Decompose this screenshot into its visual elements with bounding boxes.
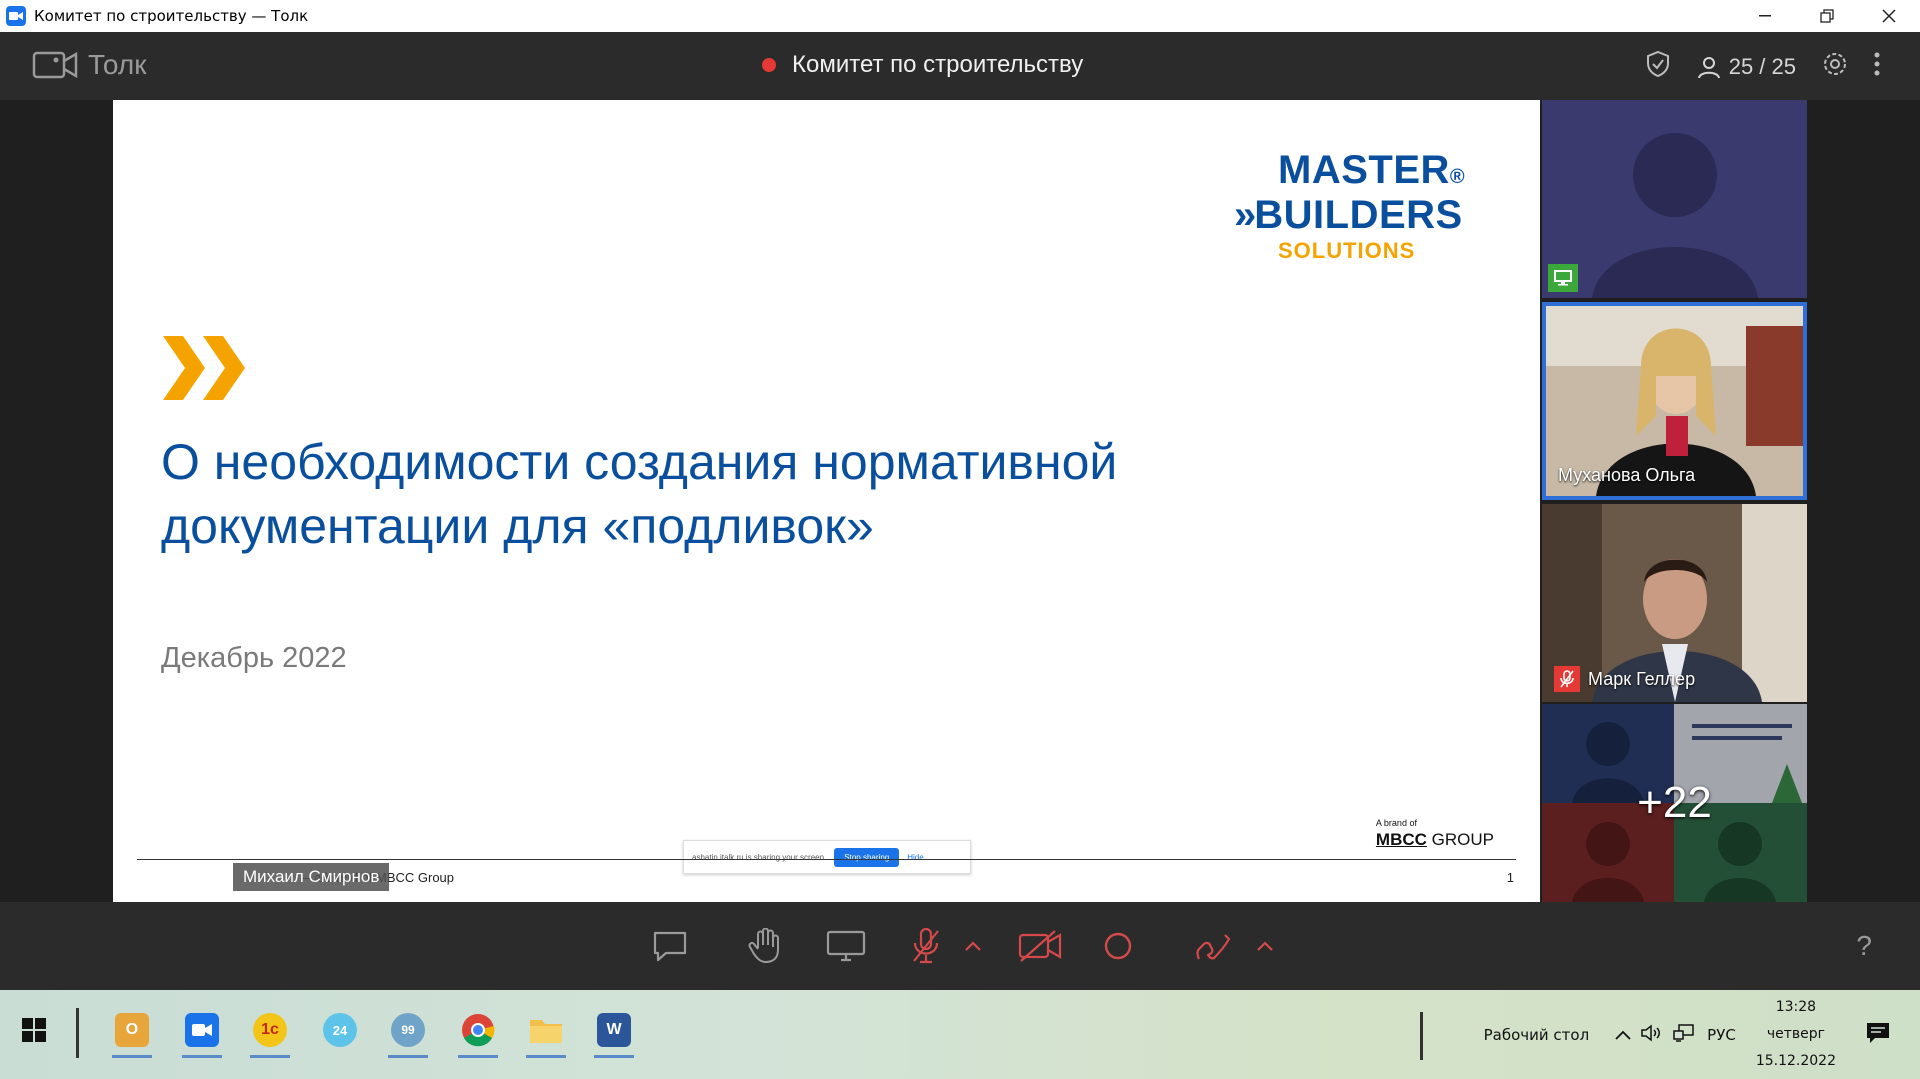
meeting-title: Комитет по строительству: [762, 51, 1083, 79]
system-tray: Рабочий стол РУС 13:28 четверг 15.12.202…: [1484, 990, 1920, 1079]
mbcc-brand-small: A brand of: [1375, 818, 1417, 828]
screen-share-notification: ashatin.italk.ru is sharing your screen.…: [683, 840, 971, 874]
outlook-icon: O: [115, 1013, 149, 1047]
more-options-icon[interactable]: [1874, 52, 1880, 82]
participant-name: Муханова Ольга: [1558, 465, 1695, 486]
logo-line-builders: BUILDERS: [1254, 193, 1463, 237]
gear-icon[interactable]: [1822, 51, 1848, 83]
taskbar-explorer[interactable]: [520, 1004, 572, 1058]
1c-icon: 1c: [253, 1013, 287, 1047]
start-button[interactable]: [8, 1004, 60, 1056]
chevron-up-icon[interactable]: [1615, 1026, 1631, 1044]
orange-chevrons-icon: [163, 336, 245, 400]
participant-tiles: Муханова Ольга Марк Геллер +22: [1542, 100, 1807, 902]
hang-up-icon[interactable]: [1194, 926, 1238, 966]
input-language[interactable]: РУС: [1707, 1026, 1736, 1044]
slide-title: О необходимости создания нормативной док…: [161, 434, 1118, 554]
talk-app-icon: [185, 1013, 219, 1047]
windows-taskbar: O 1c 24 99 W Рабочий стол РУС 13:28 четв…: [0, 990, 1920, 1079]
chat-icon[interactable]: [650, 926, 690, 966]
slide-page-number: 1: [1506, 870, 1514, 885]
participant-tile-presenter[interactable]: [1542, 100, 1807, 298]
app-badge-icon: 99: [391, 1013, 425, 1047]
more-participants-count: +22: [1637, 778, 1712, 827]
microphone-muted-icon[interactable]: [906, 926, 946, 966]
participants-count: 25 / 25: [1728, 54, 1796, 79]
taskbar-clock[interactable]: 13:28 четверг 15.12.2022: [1756, 994, 1836, 1075]
slide-date: Декабрь 2022: [161, 642, 347, 674]
camera-off-icon[interactable]: [1016, 926, 1064, 966]
avatar: [1592, 133, 1758, 298]
participants-icon: [1697, 57, 1720, 79]
mbcc-group-logo: A brand of MBCC GROUP: [1376, 818, 1494, 850]
participant-tile-mukhanova[interactable]: Муханова Ольга: [1542, 302, 1807, 500]
taskbar-chrome[interactable]: [452, 1004, 504, 1058]
logo-registered-mark: ®: [1449, 166, 1466, 188]
logo-line-master: MASTER: [1278, 148, 1450, 192]
notifications-icon[interactable]: [1866, 1022, 1890, 1048]
window-title: Комитет по строительству — Толк: [34, 7, 309, 25]
master-builders-logo: MASTER ® » BUILDERS SOLUTIONS: [1234, 148, 1494, 264]
participant-name: Марк Геллер: [1554, 666, 1695, 692]
video-camera-icon: [32, 51, 78, 79]
active-speaker-name: Михаил Смирнов: [233, 863, 390, 891]
mic-muted-icon: [1554, 666, 1580, 692]
talk-logo: Толк: [32, 49, 146, 81]
clock-time: 13:28: [1775, 999, 1817, 1015]
taskbar-outlook[interactable]: O: [106, 1004, 158, 1058]
restore-button[interactable]: [1796, 0, 1858, 32]
participant-name-text: Муханова Ольга: [1558, 465, 1696, 485]
network-icon[interactable]: [1673, 1023, 1695, 1046]
screen-sharing-icon: [1548, 264, 1578, 292]
conference-top-bar: Толк Комитет по строительству 25 / 25: [0, 32, 1920, 100]
logo-line-solutions: SOLUTIONS: [1278, 238, 1416, 263]
logo-chevrons-icon: »: [1234, 193, 1256, 237]
call-controls-bar: ?: [0, 902, 1920, 990]
mbcc-brand-name: MBCC: [1375, 830, 1427, 849]
security-shield-icon[interactable]: [1645, 50, 1671, 84]
raise-hand-icon[interactable]: [745, 926, 785, 966]
taskbar-app[interactable]: 99: [382, 1004, 434, 1058]
chevron-up-icon[interactable]: [962, 926, 984, 966]
word-icon: W: [597, 1013, 631, 1047]
meeting-title-text: Комитет по строительству: [792, 51, 1084, 78]
volume-icon[interactable]: [1641, 1023, 1663, 1046]
taskbar-word[interactable]: W: [588, 1004, 640, 1058]
conference-stage: MASTER ® » BUILDERS SOLUTIONS О необходимо…: [0, 100, 1920, 902]
taskbar-separator: [1420, 1012, 1423, 1060]
talk-app-name: Толк: [88, 49, 147, 80]
close-button[interactable]: [1858, 0, 1920, 32]
participant-tile-geller[interactable]: Марк Геллер: [1542, 504, 1807, 702]
stop-sharing-button[interactable]: Stop sharing: [834, 847, 900, 867]
screen-share-icon[interactable]: [824, 926, 868, 966]
taskbar-talk[interactable]: [176, 1004, 228, 1058]
participant-name-text: Марк Геллер: [1588, 668, 1696, 689]
folder-icon: [530, 1020, 562, 1043]
clock-day: четверг: [1766, 1026, 1825, 1042]
minimize-button[interactable]: [1734, 0, 1796, 32]
bitrix24-icon: 24: [323, 1013, 357, 1047]
taskbar-separator: [76, 1008, 79, 1058]
more-participants-tile[interactable]: +22: [1542, 704, 1807, 902]
mbcc-brand-group: GROUP: [1431, 830, 1494, 849]
windows-logo-icon: [22, 1018, 46, 1042]
window-title-bar: Комитет по строительству — Толк: [0, 0, 1920, 32]
help-icon[interactable]: ?: [1856, 930, 1872, 962]
desktop-toolbar-label[interactable]: Рабочий стол: [1484, 1026, 1590, 1044]
chrome-icon: [462, 1014, 495, 1047]
hide-button[interactable]: Hide: [907, 853, 923, 862]
record-icon[interactable]: [1100, 926, 1136, 966]
participants-button[interactable]: 25 / 25: [1697, 54, 1796, 80]
taskbar-1c[interactable]: 1c: [244, 1004, 296, 1058]
share-notification-text: ashatin.italk.ru is sharing your screen.: [692, 852, 827, 862]
slide-footer-divider: [137, 859, 1516, 860]
clock-date: 15.12.2022: [1755, 1053, 1836, 1069]
talk-app-icon: [6, 6, 26, 26]
shared-presentation-slide: MASTER ® » BUILDERS SOLUTIONS О необходимо…: [113, 100, 1540, 902]
recording-indicator-icon: [762, 58, 776, 72]
chevron-up-icon[interactable]: [1254, 926, 1276, 966]
taskbar-bitrix24[interactable]: 24: [314, 1004, 366, 1056]
